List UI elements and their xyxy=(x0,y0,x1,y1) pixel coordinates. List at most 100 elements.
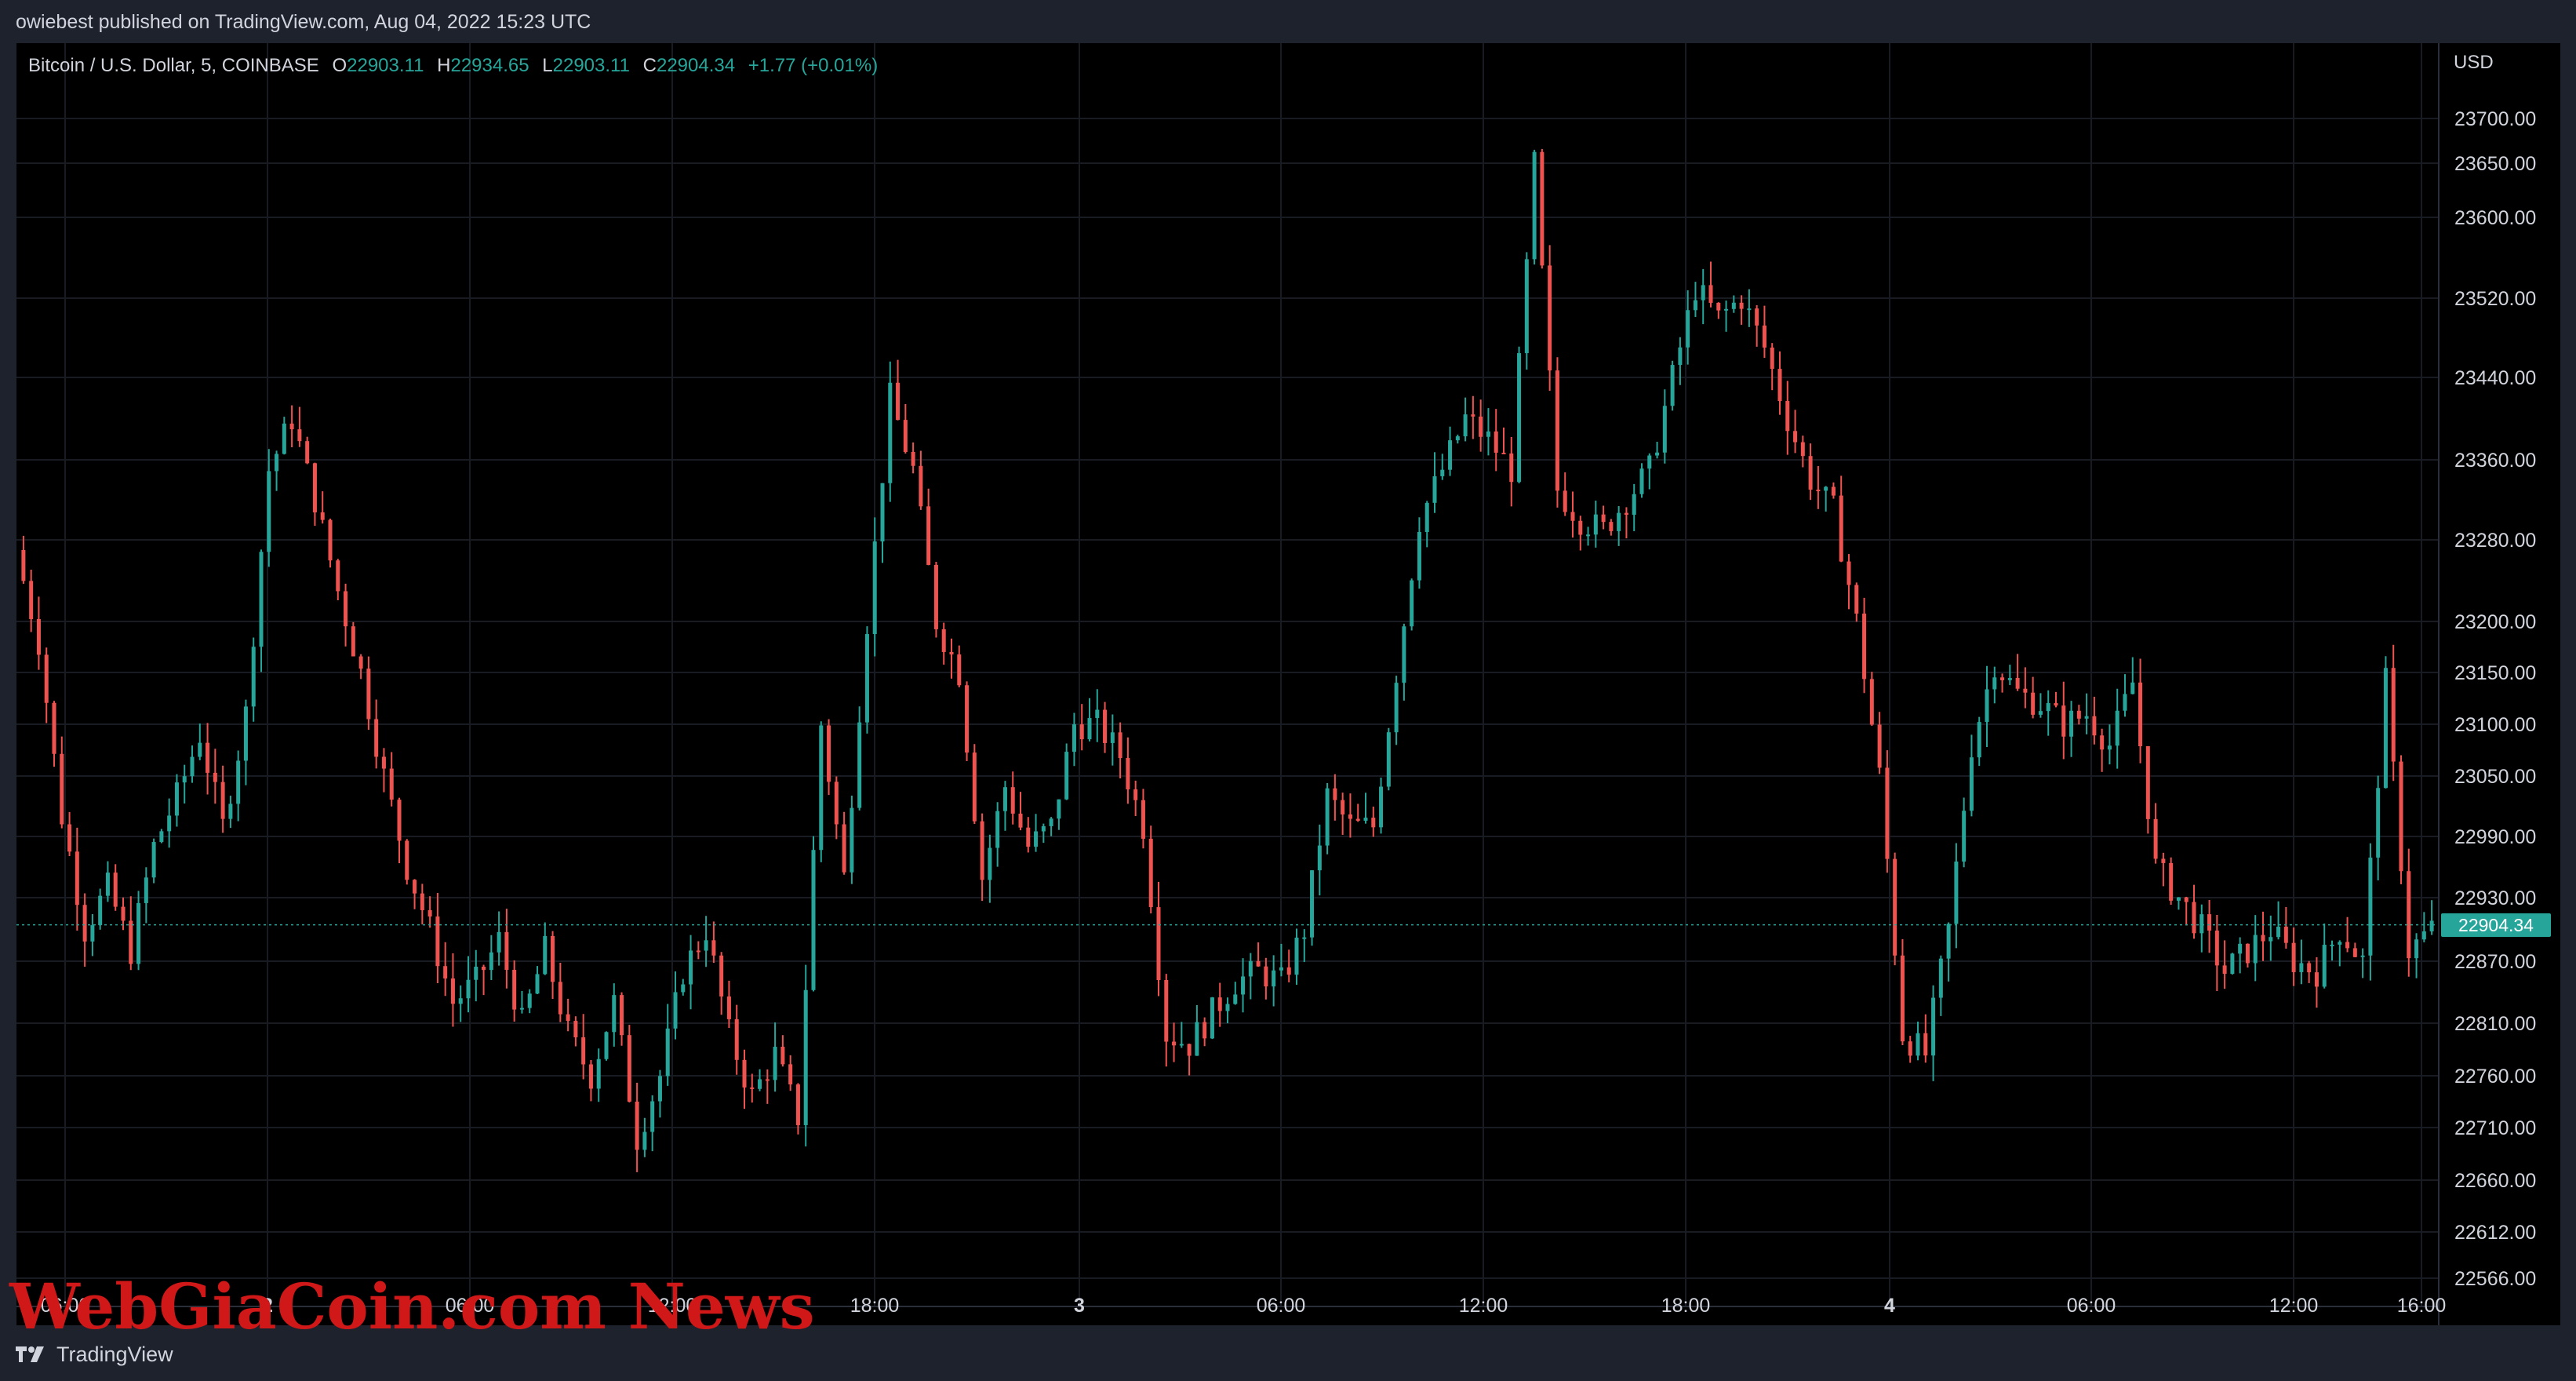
candle-body xyxy=(742,1059,747,1088)
candle-body xyxy=(1079,724,1084,740)
candle-body xyxy=(366,669,371,720)
low-label: L xyxy=(542,55,553,76)
candle-body xyxy=(1747,308,1752,311)
candle-body xyxy=(1294,937,1299,975)
candlestick-chart[interactable]: 23700.00 23650.00 23600.00 23520.00 23440.00… xyxy=(16,43,2560,1325)
candle-body xyxy=(1785,401,1790,432)
candle-body xyxy=(696,950,700,953)
candle-body xyxy=(358,656,363,669)
close-label: C xyxy=(642,55,657,76)
candle-body xyxy=(1041,825,1046,832)
candle-body xyxy=(1808,456,1813,490)
candle-body xyxy=(1839,495,1843,562)
candle-body xyxy=(1977,722,1981,758)
candle-body xyxy=(1647,455,1652,469)
candle-body xyxy=(2115,710,2119,746)
publish-caption: owiebest published on TradingView.com, A… xyxy=(16,11,591,33)
candle-body xyxy=(811,850,816,990)
footer-brand[interactable]: TradingView xyxy=(16,1340,173,1368)
candle-body xyxy=(1210,997,1214,1039)
candle-body xyxy=(2421,931,2426,940)
candle-body xyxy=(1264,966,1268,987)
candle-body xyxy=(551,935,555,982)
candle-body xyxy=(627,1035,631,1102)
high-value: 22934.65 xyxy=(450,55,529,76)
candle-body xyxy=(1103,709,1108,743)
candle-body xyxy=(1586,534,1591,537)
candle-body xyxy=(443,966,448,978)
candle-body xyxy=(1432,476,1437,503)
candle-body xyxy=(965,685,970,753)
candle-body xyxy=(2092,716,2097,736)
tradingview-logo-icon xyxy=(16,1346,44,1362)
candle-body xyxy=(1931,997,1936,1056)
candle-body xyxy=(2360,955,2365,957)
candle-body xyxy=(1578,520,1583,535)
candle-body xyxy=(36,618,41,655)
candle-body xyxy=(1731,302,1736,309)
candle-body xyxy=(819,725,824,851)
candle-body xyxy=(504,931,509,970)
candle-body xyxy=(1962,811,1967,862)
y-tick-label: 22760.00 xyxy=(2454,1066,2536,1088)
candle-body xyxy=(450,978,455,1004)
y-tick-label: 23150.00 xyxy=(2454,662,2536,684)
candle-body xyxy=(773,1046,777,1080)
candle-body xyxy=(474,966,478,980)
candle-body xyxy=(2138,682,2143,746)
candle-body xyxy=(1724,308,1729,311)
candle-body xyxy=(2407,871,2411,959)
candle-body xyxy=(1110,732,1115,743)
candle-body xyxy=(1448,440,1453,470)
candle-body xyxy=(251,647,256,707)
candle-body xyxy=(2299,963,2304,972)
candle-body xyxy=(320,512,325,520)
y-tick-label: 22612.00 xyxy=(2454,1222,2536,1244)
candle-body xyxy=(2123,694,2127,711)
candle-body xyxy=(2023,688,2028,693)
candle-body xyxy=(795,1084,800,1125)
candle-body xyxy=(1072,724,1076,752)
chart-pane[interactable]: 23700.00 23650.00 23600.00 23520.00 23440.00… xyxy=(16,43,2560,1325)
candle-body xyxy=(903,420,908,452)
candle-body xyxy=(780,1046,785,1065)
candle-body xyxy=(1095,709,1100,719)
candle-body xyxy=(719,955,724,997)
candle-body xyxy=(2100,735,2105,750)
candle-body xyxy=(1908,1041,1912,1056)
candle-body xyxy=(1394,683,1399,733)
candle-body xyxy=(1563,490,1567,512)
candle-body xyxy=(2253,935,2258,964)
y-tick-label: 23650.00 xyxy=(2454,153,2536,175)
candle-body xyxy=(435,916,440,967)
candle-body xyxy=(82,905,87,942)
y-tick-label: 22930.00 xyxy=(2454,887,2536,909)
y-tick-label: 23440.00 xyxy=(2454,367,2536,389)
candle-body xyxy=(650,1101,655,1132)
candle-body xyxy=(2046,703,2050,712)
candle-body xyxy=(2245,943,2250,964)
candle-body xyxy=(1034,831,1039,847)
candle-body xyxy=(1624,512,1628,515)
candle-body xyxy=(604,1032,609,1059)
candle-body xyxy=(620,995,624,1036)
candle-body xyxy=(1885,767,1890,859)
candle-body xyxy=(282,423,286,454)
candle-body xyxy=(2015,678,2020,689)
candle-body xyxy=(1938,958,1943,998)
candle-body xyxy=(588,1064,593,1089)
candle-body xyxy=(1424,502,1429,533)
candle-body xyxy=(2007,678,2012,680)
candle-body xyxy=(2107,745,2112,750)
candle-body xyxy=(1877,724,1882,768)
symbol-title[interactable]: Bitcoin / U.S. Dollar, 5, COINBASE xyxy=(28,55,319,76)
candle-body xyxy=(864,634,869,723)
candle-body xyxy=(1486,431,1490,437)
candle-body xyxy=(497,931,501,953)
currency-label[interactable]: USD xyxy=(2454,52,2494,74)
candle-body xyxy=(765,1079,770,1081)
candle-body xyxy=(941,629,946,652)
candle-body xyxy=(2161,858,2166,863)
candle-body xyxy=(1156,907,1161,980)
candle-body xyxy=(2192,902,2196,934)
